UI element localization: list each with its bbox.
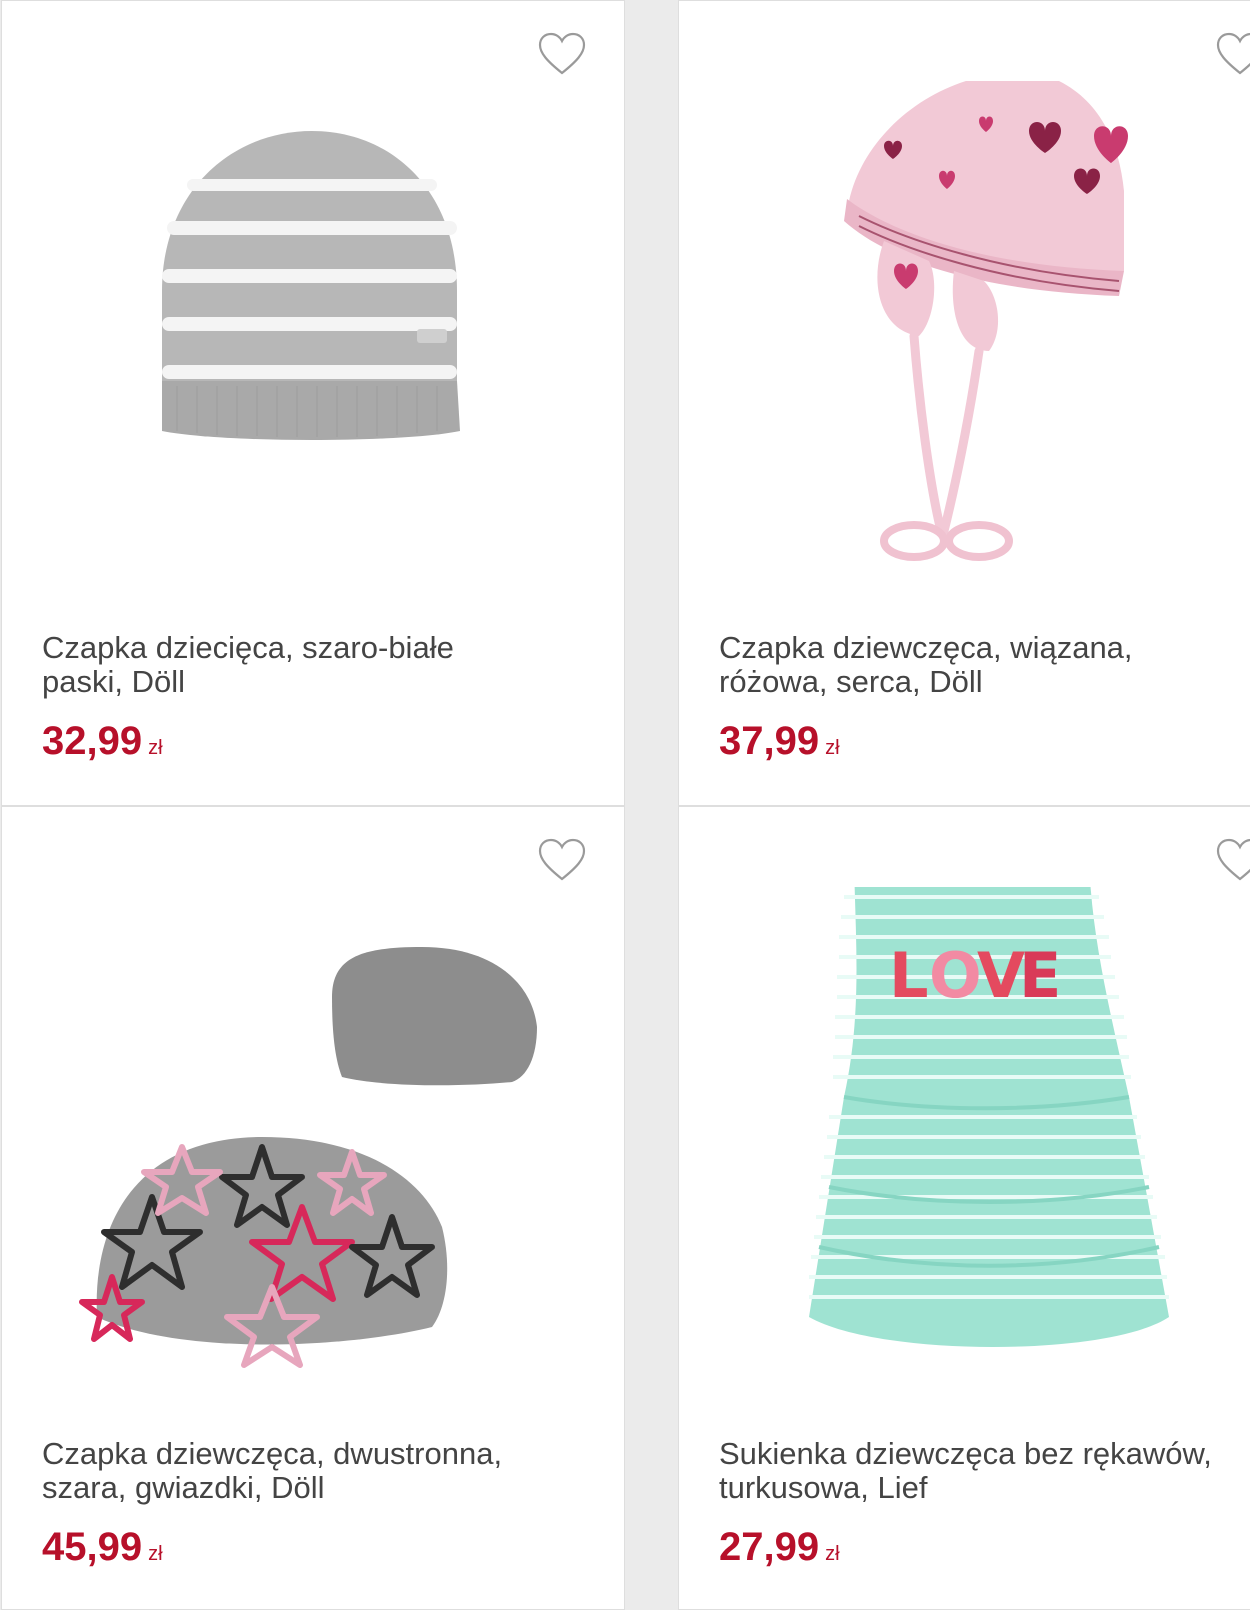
product-title-line: szara, gwiazdki, Döll: [42, 1470, 325, 1505]
grey-white-striped-beanie-image[interactable]: [2, 81, 622, 611]
product-title-line: Sukienka dziewczęca bez rękawów,: [719, 1436, 1212, 1471]
mint-striped-love-dress-image[interactable]: L O V E: [679, 887, 1250, 1417]
heart-icon[interactable]: [1215, 31, 1250, 77]
product-price: 32,99 zł: [42, 717, 163, 772]
product-title-line: paski, Döll: [42, 664, 185, 699]
product-price: 27,99 zł: [719, 1523, 840, 1578]
product-title-line: Czapka dziewczęca, wiązana,: [719, 630, 1133, 665]
price-value: 37,99: [719, 719, 820, 763]
product-card[interactable]: L O V E Sukienka dziewczęca bez rękawów,…: [678, 806, 1250, 1610]
price-currency: zł: [825, 1543, 840, 1565]
price-currency: zł: [148, 1543, 163, 1565]
pink-heart-tie-hat-image[interactable]: [679, 81, 1250, 611]
heart-icon[interactable]: [537, 837, 587, 883]
grey-star-slouch-hat-image[interactable]: [2, 887, 622, 1417]
product-title-line: Czapka dziecięca, szaro-białe: [42, 630, 454, 665]
price-value: 27,99: [719, 1525, 820, 1569]
product-title-line: Czapka dziewczęca, dwustronna,: [42, 1436, 503, 1471]
heart-icon[interactable]: [537, 31, 587, 77]
product-price: 45,99 zł: [42, 1523, 163, 1578]
product-card[interactable]: Czapka dziewczęca, dwustronna, szara, gw…: [1, 806, 625, 1610]
product-title[interactable]: Czapka dziewczęca, dwustronna, szara, gw…: [42, 1437, 602, 1505]
product-title-line: różowa, serca, Döll: [719, 664, 983, 699]
svg-text:O: O: [929, 939, 982, 1012]
product-card[interactable]: Czapka dziecięca, szaro-białe paski, Döl…: [1, 0, 625, 806]
svg-text:L: L: [889, 939, 929, 1012]
product-price: 37,99 zł: [719, 717, 840, 772]
product-title[interactable]: Czapka dziecięca, szaro-białe paski, Döl…: [42, 631, 602, 699]
price-value: 45,99: [42, 1525, 143, 1569]
price-value: 32,99: [42, 719, 143, 763]
product-title-line: turkusowa, Lief: [719, 1470, 928, 1505]
product-title[interactable]: Czapka dziewczęca, wiązana, różowa, serc…: [719, 631, 1250, 699]
heart-icon[interactable]: [1215, 837, 1250, 883]
price-currency: zł: [148, 737, 163, 759]
product-title[interactable]: Sukienka dziewczęca bez rękawów, turkuso…: [719, 1437, 1250, 1505]
product-grid: Czapka dziecięca, szaro-białe paski, Döl…: [0, 0, 1250, 1610]
price-currency: zł: [825, 737, 840, 759]
svg-text:E: E: [1019, 939, 1061, 1012]
product-card[interactable]: Czapka dziewczęca, wiązana, różowa, serc…: [678, 0, 1250, 806]
svg-text:V: V: [977, 939, 1025, 1012]
